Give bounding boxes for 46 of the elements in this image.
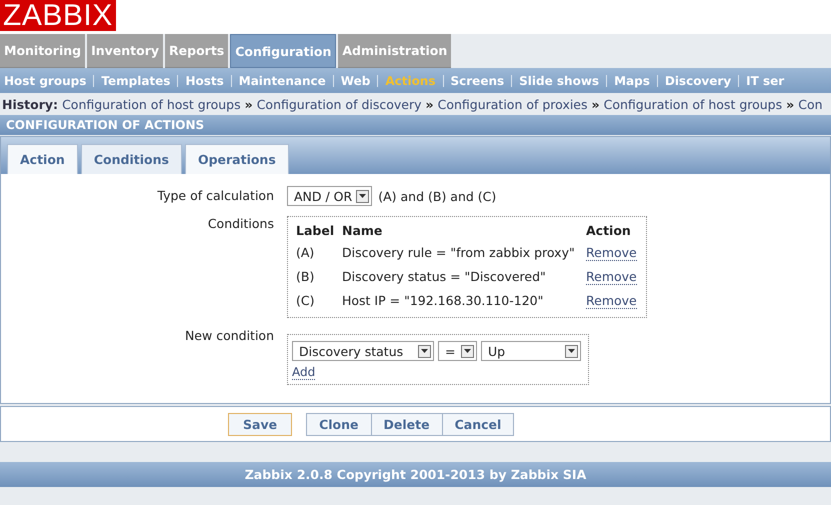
main-menu-tab[interactable]: Configuration <box>230 34 336 68</box>
column-header: Label <box>296 222 336 240</box>
remove-link[interactable]: Remove <box>586 270 637 285</box>
column-header: Name <box>342 222 384 240</box>
form-button[interactable]: Save <box>228 412 292 436</box>
operator-select[interactable]: = <box>438 341 477 361</box>
main-menu-tab[interactable]: Monitoring <box>0 34 86 68</box>
history-link[interactable]: Configuration of proxies <box>438 96 588 112</box>
table-cell-text: Discovery rule = "from zabbix proxy" <box>342 244 576 262</box>
table-cell-text: (C) <box>296 292 316 310</box>
form-tab[interactable]: Action <box>7 144 78 174</box>
remove-link[interactable]: Remove <box>586 294 637 309</box>
add-link[interactable]: Add <box>292 365 316 380</box>
history-label: History: <box>2 96 58 112</box>
form-button[interactable]: Cancel <box>442 412 514 436</box>
breadcrumb-separator: » <box>426 96 434 112</box>
form-tab[interactable]: Operations <box>184 144 289 174</box>
section-title: CONFIGURATION OF ACTIONS <box>0 115 831 135</box>
field-label: New condition <box>184 327 275 345</box>
history-link[interactable]: Configuration of host groups <box>604 96 782 112</box>
table-cell-text: (B) <box>296 268 316 286</box>
zabbix-logo[interactable]: ZABBIX <box>0 0 116 31</box>
breadcrumb-separator: » <box>592 96 600 112</box>
field-label: Conditions <box>206 215 275 233</box>
history-link[interactable]: Configuration of host groups <box>62 96 241 112</box>
table-cell-text: Host IP = "192.168.30.110-120" <box>342 292 544 310</box>
table-cell-text: (A) <box>296 244 316 262</box>
breadcrumb-separator: » <box>244 96 253 112</box>
main-menu-tab[interactable]: Reports <box>165 34 228 68</box>
condition-type-select[interactable]: Discovery status <box>292 341 434 361</box>
footer-text: Zabbix 2.0.8 Copyright 2001-2013 by Zabbix SIA <box>0 462 831 487</box>
form-button[interactable]: Clone <box>306 412 372 436</box>
history-link[interactable]: Con <box>798 96 823 112</box>
calculation-formula: (A) and (B) and (C) <box>378 188 496 204</box>
value-select[interactable]: Up <box>481 341 581 361</box>
table-cell-text: Discovery status = "Discovered" <box>342 268 547 286</box>
column-header: Action <box>586 222 632 240</box>
history-link[interactable]: Configuration of discovery <box>256 96 422 112</box>
remove-link[interactable]: Remove <box>586 246 637 261</box>
field-label: Type of calculation <box>156 187 275 205</box>
breadcrumb-separator: » <box>786 96 794 112</box>
calculation-select[interactable]: AND / OR <box>287 186 372 206</box>
form-tab[interactable]: Conditions <box>80 144 182 174</box>
main-menu-tab[interactable]: Administration <box>338 34 452 68</box>
main-menu-tab[interactable]: Inventory <box>87 34 164 68</box>
form-button[interactable]: Delete <box>370 412 443 436</box>
